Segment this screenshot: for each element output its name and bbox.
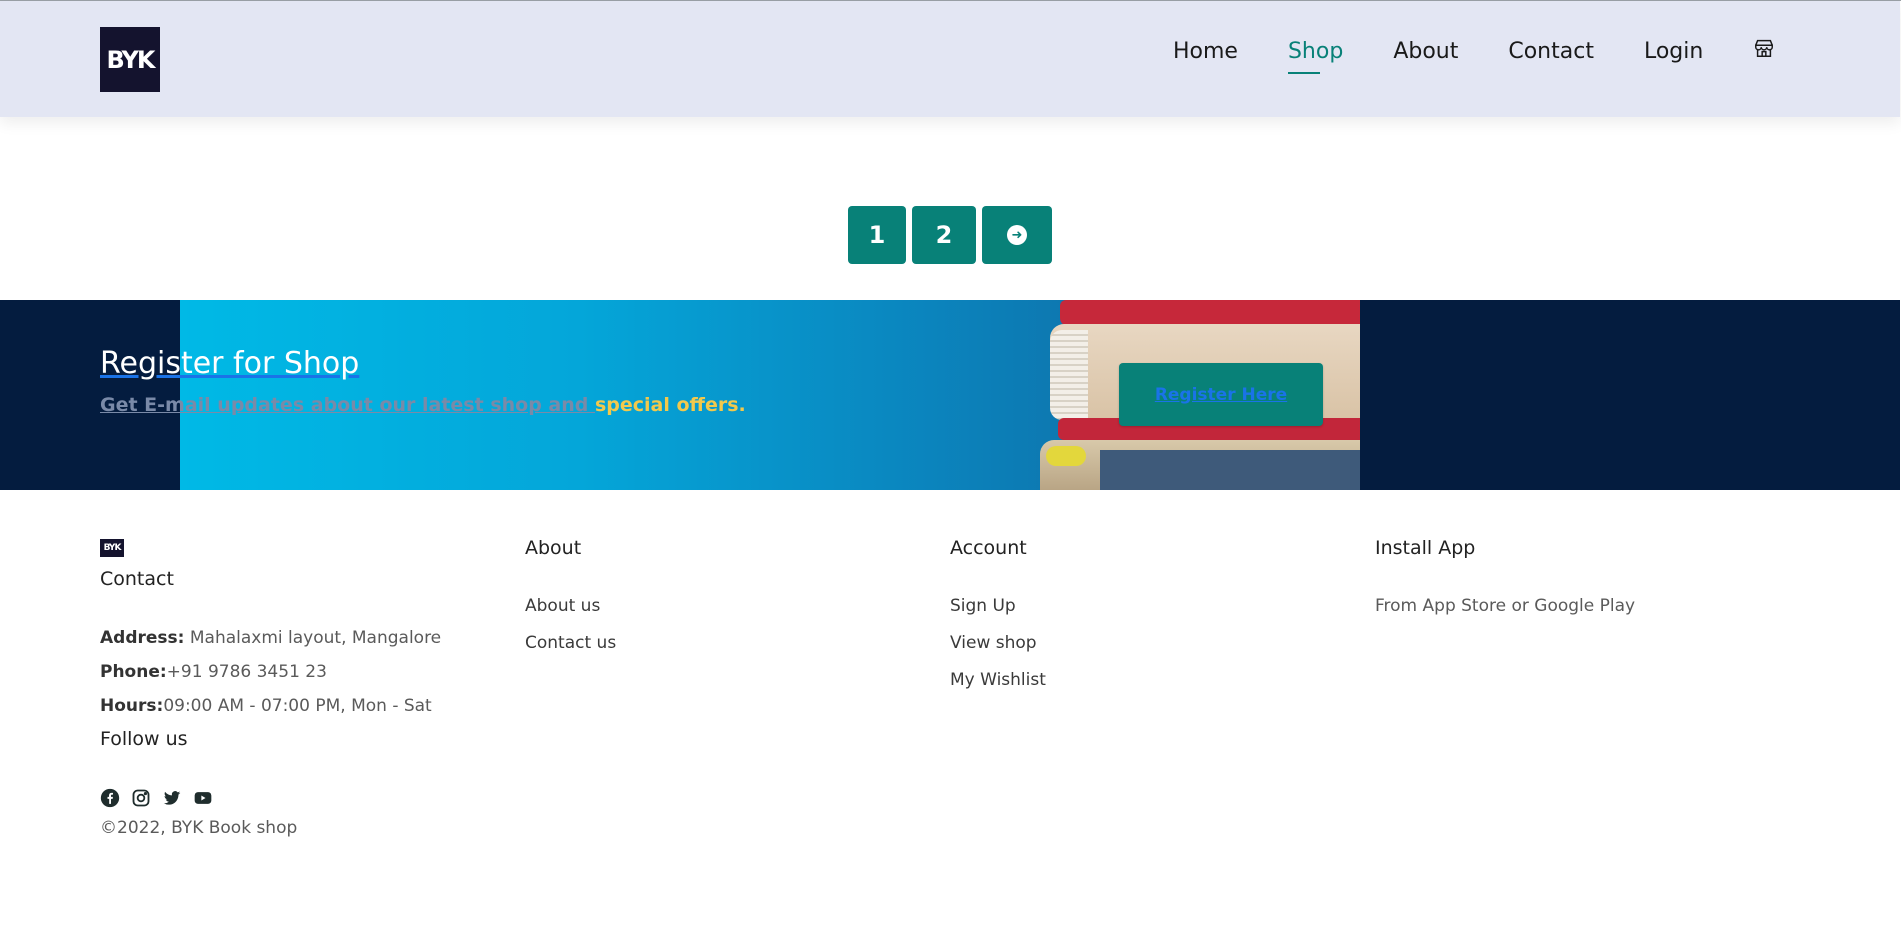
instagram-icon[interactable] xyxy=(131,788,151,808)
page-1-button[interactable]: 1 xyxy=(848,206,906,264)
youtube-icon[interactable] xyxy=(193,788,213,808)
hours-line: Hours:09:00 AM - 07:00 PM, Mon - Sat xyxy=(100,696,432,716)
phone-label: Phone: xyxy=(100,662,167,682)
storefront-icon[interactable] xyxy=(1753,37,1775,65)
about-heading: About xyxy=(525,537,582,559)
view-shop-link[interactable]: View shop xyxy=(950,633,1037,653)
address-line: Address: Mahalaxmi layout, Mangalore xyxy=(100,628,441,648)
facebook-icon[interactable] xyxy=(100,788,120,808)
account-heading: Account xyxy=(950,537,1027,559)
phone-value: +91 9786 3451 23 xyxy=(166,662,327,682)
copyright-text: ©2022, BYK Book shop xyxy=(100,818,298,838)
address-value: Mahalaxmi layout, Mangalore xyxy=(184,628,442,648)
install-app-heading: Install App xyxy=(1375,537,1476,559)
arrow-right-circle-icon: ➜ xyxy=(1007,225,1027,245)
contact-heading: Contact xyxy=(100,568,174,590)
twitter-icon[interactable] xyxy=(162,788,182,808)
site-header: BYK Home Shop About Contact Login xyxy=(0,1,1900,117)
newsletter-subtitle-text[interactable]: Get E-mail updates about our latest shop… xyxy=(100,394,595,416)
newsletter-title[interactable]: Register for Shop xyxy=(100,346,359,381)
nav-about[interactable]: About xyxy=(1393,39,1458,64)
newsletter-subtitle: Get E-mail updates about our latest shop… xyxy=(100,394,746,416)
nav-shop[interactable]: Shop xyxy=(1287,39,1343,74)
follow-heading: Follow us xyxy=(100,728,188,750)
phone-line: Phone:+91 9786 3451 23 xyxy=(100,662,327,682)
contact-us-link[interactable]: Contact us xyxy=(525,633,616,653)
newsletter-offer-text: special offers. xyxy=(594,394,746,416)
my-wishlist-link[interactable]: My Wishlist xyxy=(950,670,1046,690)
sign-up-link[interactable]: Sign Up xyxy=(950,596,1016,616)
site-footer: BYK Contact Address: Mahalaxmi layout, M… xyxy=(0,490,1900,926)
nav-home[interactable]: Home xyxy=(1173,39,1238,64)
hours-value: 09:00 AM - 07:00 PM, Mon - Sat xyxy=(163,696,432,716)
social-links xyxy=(100,788,213,808)
nav-contact[interactable]: Contact xyxy=(1508,39,1594,64)
site-logo[interactable]: BYK xyxy=(100,27,160,92)
register-button[interactable]: Register Here xyxy=(1119,363,1323,426)
about-us-link[interactable]: About us xyxy=(525,596,600,616)
logo-text: BYK xyxy=(106,45,156,74)
main-nav: Home Shop About Contact Login xyxy=(1173,37,1775,74)
page-2-button[interactable]: 2 xyxy=(912,206,976,264)
footer-logo[interactable]: BYK xyxy=(100,539,124,557)
hours-label: Hours: xyxy=(100,696,164,716)
nav-login[interactable]: Login xyxy=(1644,39,1703,64)
pagination: 1 2 ➜ xyxy=(848,206,1052,264)
install-app-text: From App Store or Google Play xyxy=(1375,596,1636,616)
address-label: Address: xyxy=(100,628,185,648)
next-page-button[interactable]: ➜ xyxy=(982,206,1052,264)
